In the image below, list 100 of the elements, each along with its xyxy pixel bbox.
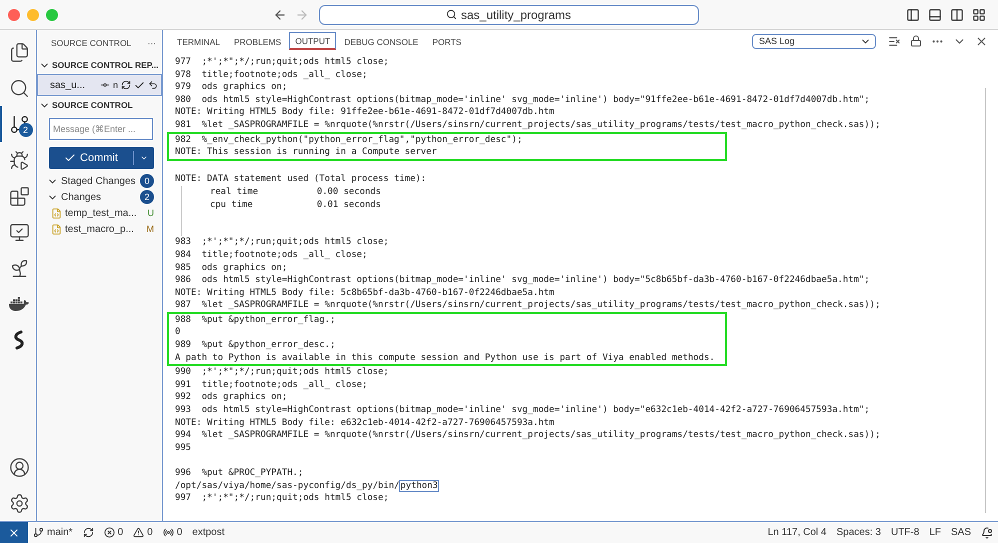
- log-code: ;*';*";*/;run;quit;ods html5 close;: [202, 366, 389, 379]
- toggle-sidebar-icon[interactable]: [906, 8, 920, 22]
- log-message: NOTE: This session is running in a Compute server: [175, 146, 437, 159]
- badge-count: 2: [18, 123, 32, 137]
- log-code: ods graphics on;: [202, 262, 288, 274]
- status-item[interactable]: Spaces: 3: [831, 522, 886, 543]
- output-channel-select[interactable]: SAS Log: [752, 34, 876, 48]
- log-code: %put &PROC_PYPATH.;: [202, 467, 304, 480]
- notification-bell-icon[interactable]: [981, 526, 993, 538]
- more-actions-button[interactable]: ···: [148, 38, 156, 48]
- panel-tab[interactable]: OUTPUT: [289, 32, 336, 50]
- line-number: 993: [175, 404, 192, 417]
- line-number: 984: [175, 248, 192, 262]
- line-number: 989: [175, 339, 192, 352]
- log-code: ods html5 style=HighContrast options(bitmap_mode='inline' svg_mode='inline') body="91ffe2ee-b61e-4691-8472-01df7d4007db.htm";: [202, 94, 870, 106]
- status-item[interactable]: extpost: [187, 522, 230, 543]
- check-icon[interactable]: [134, 80, 145, 90]
- line-number: 980: [175, 94, 192, 106]
- errors-status[interactable]: 0: [98, 522, 128, 543]
- log-code: ;*';*";*/;run;quit;ods html5 close;: [202, 56, 389, 69]
- count-badge: 2: [140, 190, 154, 204]
- line-number: 990: [175, 366, 192, 379]
- panel-tab[interactable]: PROBLEMS: [228, 32, 288, 50]
- log-code: %put &python_error_desc.;: [202, 339, 336, 352]
- customize-layout-icon[interactable]: [972, 8, 986, 22]
- group-label[interactable]: Staged Changes: [61, 176, 136, 186]
- sidebar-title: SOURCE CONTROL: [51, 38, 132, 48]
- run-debug-icon[interactable]: [8, 150, 30, 170]
- undo-icon[interactable]: [148, 80, 158, 90]
- close-window-button[interactable]: [8, 8, 20, 20]
- selected-text: python3: [399, 480, 439, 492]
- log-message: NOTE: Writing HTML5 Body file: 91ffe2ee-b61e-4691-8472-01df7d4007db.htm: [175, 106, 554, 119]
- repository-row[interactable]: sas_u... n: [37, 74, 162, 96]
- status-item[interactable]: SAS: [946, 522, 976, 543]
- log-code: %let _SASPROGRAMFILE = %nrquote(%nrstr(/Users/sinsrn/current_projects/sas_utility_programs/tests/test_macro_python_check.sas));: [202, 118, 880, 132]
- toggle-secondary-sidebar-icon[interactable]: [950, 8, 964, 22]
- warnings-status[interactable]: 0: [128, 522, 158, 543]
- sync-icon[interactable]: [82, 527, 94, 538]
- sas-logo-icon[interactable]: [12, 330, 26, 350]
- close-icon[interactable]: [975, 34, 988, 48]
- error-icon: [104, 527, 115, 538]
- remote-monitor-icon[interactable]: [8, 222, 30, 242]
- line-number: 983: [175, 236, 192, 249]
- command-search-field[interactable]: sas_utility_programs: [318, 4, 698, 24]
- account-icon[interactable]: [8, 456, 30, 478]
- status-item[interactable]: Ln 117, Col 4: [762, 522, 832, 543]
- panel-tab[interactable]: PORTS: [426, 32, 468, 50]
- section-title[interactable]: SOURCE CONTROL REP...: [52, 60, 158, 70]
- log-detail: real time 0.00 seconds: [181, 186, 985, 199]
- changed-file[interactable]: temp_test_ma... U: [37, 205, 162, 221]
- sync-icon[interactable]: [121, 80, 131, 90]
- group-label[interactable]: Changes: [61, 192, 102, 202]
- commit-message-field[interactable]: Message (⌘Enter ...: [49, 118, 153, 140]
- search-icon: [446, 9, 457, 20]
- count-badge: 0: [140, 174, 154, 188]
- file-icon: [51, 224, 62, 234]
- panel-tab[interactable]: DEBUG CONSOLE: [338, 32, 424, 50]
- line-number: 977: [175, 56, 192, 69]
- log-code: %let _SASPROGRAMFILE = %nrquote(%nrstr(/Users/sinsrn/current_projects/sas_utility_programs/tests/test_macro_python_check.sas));: [202, 299, 880, 312]
- line-number: 981: [175, 118, 192, 132]
- line-number: 991: [175, 378, 192, 392]
- log-message: 0: [175, 326, 180, 340]
- log-message: A path to Python is available in this compute session and Python use is part of Viya enabled methods.: [175, 352, 715, 364]
- settings-icon[interactable]: [8, 492, 30, 514]
- extensions-icon[interactable]: [8, 186, 30, 206]
- branch-status[interactable]: main*: [28, 522, 78, 543]
- files-icon[interactable]: [8, 42, 30, 62]
- log-code: %_env_check_python("python_error_flag","python_error_desc");: [202, 134, 522, 146]
- docker-icon[interactable]: [9, 294, 29, 314]
- line-number: 982: [175, 134, 192, 146]
- ports-status[interactable]: 0: [158, 522, 188, 543]
- changed-file[interactable]: test_macro_p... M: [37, 221, 162, 237]
- log-code: title;footnote;ods _all_ close;: [202, 68, 368, 82]
- log-code: ;*';*";*/;run;quit;ods html5 close;: [202, 492, 389, 505]
- toggle-panel-icon[interactable]: [928, 8, 942, 22]
- line-number: 994: [175, 429, 192, 442]
- log-code: ods html5 style=HighContrast options(bitmap_mode='inline' svg_mode='inline') body="5c8b65bf-da3b-4760-b167-0f2246dbae5a.htm";: [202, 274, 870, 287]
- broadcast-icon: [162, 527, 174, 538]
- line-number: 988: [175, 314, 192, 326]
- remote-button[interactable]: [0, 522, 28, 543]
- line-number: 997: [175, 492, 192, 505]
- line-number: 995: [175, 442, 192, 454]
- status-item[interactable]: LF: [924, 522, 946, 543]
- section-title[interactable]: SOURCE CONTROL: [52, 100, 133, 110]
- log-message: NOTE: Writing HTML5 Body file: 5c8b65bf-da3b-4760-b167-0f2246dbae5a.htm: [175, 286, 554, 300]
- panel-tab[interactable]: TERMINAL: [171, 32, 226, 50]
- status-item[interactable]: UTF-8: [886, 522, 924, 543]
- lock-icon[interactable]: [910, 35, 922, 47]
- log-code: %let _SASPROGRAMFILE = %nrquote(%nrstr(/Users/sinsrn/current_projects/sas_utility_programs/tests/test_macro_python_check.sas));: [202, 429, 880, 442]
- log-code: title;footnote;ods _all_ close;: [202, 378, 368, 392]
- source-control-icon[interactable]: [8, 114, 30, 134]
- search-icon[interactable]: [8, 78, 30, 98]
- log-code: ods graphics on;: [202, 391, 288, 404]
- clear-output-icon[interactable]: [888, 34, 901, 48]
- line-number: 987: [175, 299, 192, 312]
- line-number: 985: [175, 262, 192, 274]
- file-icon: [51, 208, 62, 218]
- remote-icon: [8, 526, 20, 538]
- line-number: 992: [175, 391, 192, 404]
- line-number: 986: [175, 274, 192, 287]
